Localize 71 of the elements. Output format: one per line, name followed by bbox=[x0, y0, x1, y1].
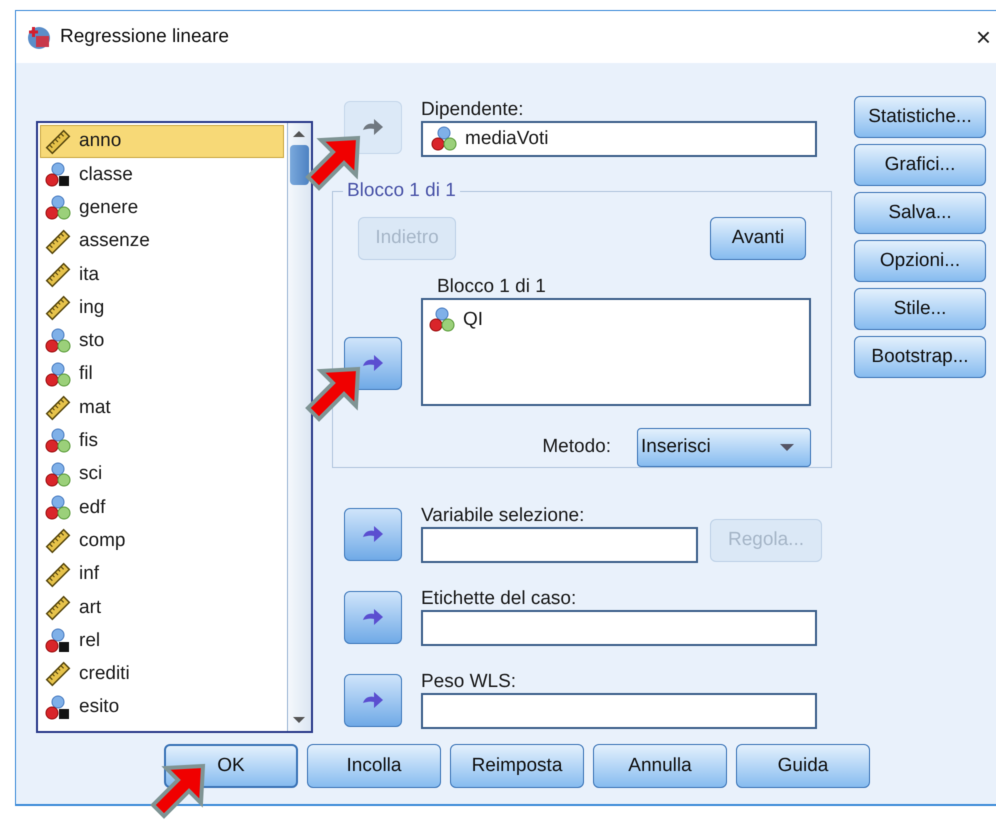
variable-item[interactable]: mat bbox=[40, 391, 284, 425]
curved-arrow-icon bbox=[361, 690, 385, 710]
side-button[interactable]: Grafici... bbox=[854, 144, 986, 186]
method-dropdown[interactable]: Inserisci bbox=[637, 428, 811, 467]
variable-name: QI bbox=[463, 308, 484, 332]
variable-item[interactable]: comp bbox=[40, 524, 284, 558]
scroll-thumb[interactable] bbox=[290, 145, 309, 185]
balls-icon bbox=[45, 328, 71, 354]
side-button[interactable]: Salva... bbox=[854, 192, 986, 234]
balls-string-icon bbox=[45, 162, 71, 188]
variable-item[interactable]: assenze bbox=[40, 224, 284, 258]
dialog-button[interactable]: Incolla bbox=[307, 744, 441, 788]
balls-string-icon bbox=[45, 694, 71, 721]
scrollbar[interactable] bbox=[287, 123, 311, 731]
field-label: Dipendente: bbox=[421, 99, 524, 121]
curved-arrow-icon bbox=[361, 524, 385, 544]
dialog-button[interactable]: Annulla bbox=[593, 744, 727, 788]
curved-arrow-icon bbox=[361, 608, 385, 628]
dialog-button[interactable]: Guida bbox=[736, 744, 870, 788]
variable-item[interactable]: fis bbox=[40, 424, 284, 458]
close-button[interactable]: × bbox=[976, 22, 991, 52]
drop-field[interactable] bbox=[421, 527, 698, 563]
list-label: Blocco 1 di 1 bbox=[437, 276, 547, 298]
field-label: Peso WLS: bbox=[421, 670, 518, 693]
next-button[interactable]: Avanti bbox=[710, 217, 806, 260]
field-label: Etichette del caso: bbox=[421, 587, 578, 610]
move-arrow-button[interactable] bbox=[344, 591, 402, 644]
variable-item[interactable]: anno bbox=[40, 125, 284, 158]
curved-arrow-icon bbox=[361, 118, 385, 138]
method-label: Metodo: bbox=[542, 435, 611, 460]
side-button[interactable]: Bootstrap... bbox=[854, 336, 986, 378]
drop-field[interactable]: mediaVoti bbox=[421, 121, 817, 157]
drop-field[interactable] bbox=[421, 693, 817, 729]
variable-item[interactable]: art bbox=[40, 591, 284, 624]
dialog-button[interactable]: Reimposta bbox=[450, 744, 584, 788]
independent-list[interactable]: QI bbox=[421, 298, 811, 406]
variable-list[interactable]: anno classe genere assenze ita ing sto fil mat fis sci edf comp inf art rel crediti esito bbox=[36, 121, 313, 733]
variable-item[interactable]: sto bbox=[40, 324, 284, 358]
move-arrow-button[interactable] bbox=[344, 508, 402, 561]
balls-icon bbox=[45, 462, 71, 488]
curved-arrow-icon bbox=[361, 354, 385, 374]
side-button[interactable]: Stile... bbox=[854, 288, 986, 330]
variable-item[interactable]: classe bbox=[40, 158, 284, 192]
balls-icon bbox=[45, 195, 71, 222]
variable-item[interactable]: inf bbox=[40, 558, 284, 592]
balls-icon bbox=[45, 494, 71, 521]
app-icon bbox=[26, 24, 52, 50]
variable-item[interactable]: sci bbox=[40, 458, 284, 492]
variable-item[interactable]: crediti bbox=[40, 658, 284, 692]
dropdown-caret-icon bbox=[779, 442, 795, 452]
move-arrow-button[interactable] bbox=[344, 674, 402, 727]
balls-string-icon bbox=[45, 628, 71, 654]
window-title: Regressione lineare bbox=[60, 24, 229, 49]
balls-icon bbox=[429, 307, 455, 334]
variable-item[interactable]: esito bbox=[40, 691, 284, 724]
balls-icon bbox=[45, 362, 71, 388]
variable-item[interactable]: ita bbox=[40, 258, 284, 292]
drop-field[interactable] bbox=[421, 610, 817, 646]
side-button[interactable]: Statistiche... bbox=[854, 96, 986, 138]
variable-item[interactable]: edf bbox=[40, 491, 284, 525]
variable-item[interactable]: rel bbox=[40, 624, 284, 658]
annotation-arrow-tooltip bbox=[148, 763, 206, 821]
balls-icon bbox=[45, 428, 71, 454]
variable-name: mediaVoti bbox=[465, 126, 548, 151]
annotation-arrow-tooltip bbox=[303, 366, 361, 424]
balls-icon bbox=[431, 126, 457, 152]
variable-item[interactable]: fil bbox=[40, 358, 284, 392]
variable-item[interactable]: genere bbox=[40, 192, 284, 225]
side-button[interactable]: Opzioni... bbox=[854, 240, 986, 282]
field-label: Variabile selezione: bbox=[421, 504, 586, 527]
variable-item[interactable]: ing bbox=[40, 291, 284, 325]
